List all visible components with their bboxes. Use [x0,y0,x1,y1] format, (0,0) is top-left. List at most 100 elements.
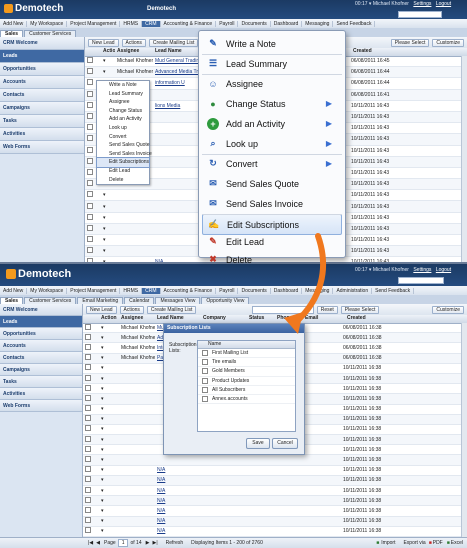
row-checkbox[interactable] [83,476,99,484]
row-checkbox[interactable] [83,415,99,423]
column-email-2[interactable]: Email [303,315,345,323]
row-checkbox[interactable] [83,507,99,515]
row-checkbox[interactable] [83,385,99,393]
small-menu-item[interactable]: Lead Summary [97,90,149,99]
sidebar-item-tasks[interactable]: Tasks [0,115,84,128]
sidebar-item-web-forms-2[interactable]: Web Forms [0,400,82,412]
row-lead-name[interactable]: N/A [155,467,271,473]
row-checkbox[interactable] [83,354,99,362]
tab-messages-view[interactable]: Messages View [155,297,200,304]
menu-item-lead-summary[interactable]: ☰Lead Summary [202,54,342,73]
menu-administration-2[interactable]: Administration [333,288,372,294]
menu-accounting[interactable]: Accounting & Finance [161,21,217,27]
small-menu-item[interactable]: Add an Activity [97,115,149,124]
brand-logo-2[interactable]: Demotech [6,268,71,280]
row-action-icon[interactable]: ▾ [99,467,119,473]
brand-logo[interactable]: Demotech [4,3,63,14]
filter-select-2[interactable]: Please Select [341,306,380,314]
settings-link[interactable]: Settings [413,1,431,7]
small-menu-item[interactable]: Look up [97,124,149,133]
row-action-icon[interactable]: ▾ [99,437,119,443]
row-lead-name[interactable]: N/A [155,508,271,514]
row-checkbox[interactable] [83,466,99,474]
sidebar-item-crm-welcome-2[interactable]: CRM Welcome [0,304,82,316]
small-menu-item[interactable]: Send Sales Quote [97,141,149,150]
new-lead-button[interactable]: New Lead [88,39,119,47]
tab-opportunity-view[interactable]: Opportunity View [201,297,249,304]
row-action-icon[interactable]: ▾ [99,528,119,534]
actions-button[interactable]: Actions [122,39,146,47]
row-checkbox[interactable] [83,517,99,525]
row-action-icon[interactable]: ▾ [99,508,119,514]
prev-page-icon[interactable]: ◀ [96,540,100,546]
small-menu-item[interactable]: Edit Lead [97,167,149,176]
row-checkbox[interactable] [85,225,101,233]
subscription-list-item[interactable]: Annex.accounts [198,395,295,404]
list-item-checkbox[interactable] [202,387,208,393]
sidebar-item-campaigns-2[interactable]: Campaigns [0,364,82,376]
row-action-icon[interactable]: ▾ [99,396,119,402]
sidebar-item-activities[interactable]: Activities [0,128,84,141]
user-name-2[interactable]: Michael Khofner [373,267,409,273]
list-header-name[interactable]: Name [198,341,295,349]
export-excel-button[interactable]: Excel [451,540,463,546]
row-action-icon[interactable]: ▾ [99,447,119,453]
sidebar-item-opportunities[interactable]: Opportunities [0,63,84,76]
menu-item-change-status[interactable]: ●Change Status▶ [202,94,342,113]
menu-item-delete[interactable]: ✖Delete [202,250,342,269]
row-action-icon[interactable]: ▾ [99,518,119,524]
row-action-icon[interactable]: ▾ [101,192,115,198]
small-menu-item[interactable]: Write a Note [97,81,149,90]
first-page-icon[interactable]: |◀ [88,540,93,546]
row-action-icon[interactable]: ▾ [99,365,119,371]
row-checkbox[interactable] [85,68,101,76]
actions-button-2[interactable]: Actions [120,306,144,314]
column-lead-name-2[interactable]: Lead Name [155,315,201,323]
row-checkbox[interactable] [83,334,99,342]
menu-crm-2[interactable]: CRM [142,288,160,294]
menu-accounting-2[interactable]: Accounting & Finance [161,288,217,294]
menu-hrms-2[interactable]: HRMS [120,288,142,294]
row-checkbox[interactable] [83,405,99,413]
export-pdf-button[interactable]: PDF [433,540,443,546]
tab-customer-services-2[interactable]: Customer Services [24,297,76,304]
sidebar-item-crm-welcome[interactable]: CRM Welcome [0,37,84,50]
row-checkbox[interactable] [83,344,99,352]
column-phone[interactable]: Phone [275,315,303,323]
menu-crm[interactable]: CRM [142,21,160,27]
list-item-checkbox[interactable] [202,368,208,374]
row-checkbox[interactable] [83,364,99,372]
table-row[interactable]: ▾N/A10/11/2011 16:38 [83,466,467,476]
sidebar-item-campaigns[interactable]: Campaigns [0,102,84,115]
sidebar-item-activities-2[interactable]: Activities [0,388,82,400]
logout-link-2[interactable]: Logout [436,267,451,273]
filter-select[interactable]: Please Select [391,39,430,47]
column-assignee[interactable]: Assignee [115,48,153,56]
row-action-icon[interactable]: ▾ [99,355,119,361]
sidebar-item-tasks-2[interactable]: Tasks [0,376,82,388]
menu-project-management[interactable]: Project Management [67,21,120,27]
row-checkbox[interactable] [83,527,99,535]
menu-messaging[interactable]: Messaging [302,21,333,27]
row-checkbox[interactable] [83,456,99,464]
list-item-checkbox[interactable] [202,396,208,402]
menu-send-feedback-2[interactable]: Send Feedback [372,288,414,294]
row-action-icon[interactable]: ▾ [101,248,115,254]
row-lead-name[interactable]: N/A [155,518,271,524]
row-action-icon[interactable]: ▾ [99,335,119,341]
row-lead-name[interactable]: N/A [155,528,271,534]
tab-calendar[interactable]: Calendar [124,297,154,304]
list-item-checkbox[interactable] [202,359,208,365]
table-row[interactable]: ▾N/A10/11/2011 16:38 [83,496,467,506]
grid-scrollbar[interactable] [461,56,467,262]
row-action-icon[interactable]: ▾ [99,457,119,463]
global-search-input-2[interactable] [398,277,444,284]
menu-payroll-2[interactable]: Payroll [216,288,238,294]
create-mailing-list-button[interactable]: Create Mailing List [149,39,198,47]
sidebar-item-leads-2[interactable]: Leads [0,316,82,328]
menu-item-edit-lead[interactable]: ✎Edit Lead [202,232,342,251]
menu-item-assignee[interactable]: ☺Assignee [202,74,342,93]
row-checkbox[interactable] [83,375,99,383]
tab-sales[interactable]: Sales [0,30,23,37]
user-name[interactable]: Michael Khofner [373,1,409,7]
